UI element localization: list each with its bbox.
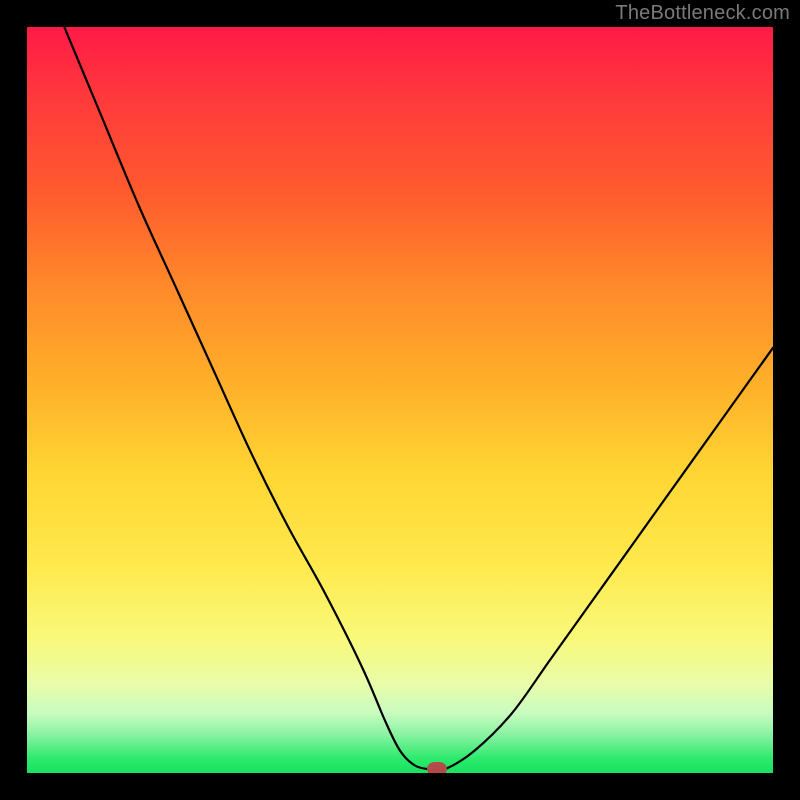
chart-frame: TheBottleneck.com [0, 0, 800, 800]
curve-minimum-marker [427, 762, 447, 773]
watermark-text: TheBottleneck.com [615, 2, 790, 25]
bottleneck-curve [64, 27, 773, 771]
plot-area [27, 27, 773, 773]
curve-layer [27, 27, 773, 773]
